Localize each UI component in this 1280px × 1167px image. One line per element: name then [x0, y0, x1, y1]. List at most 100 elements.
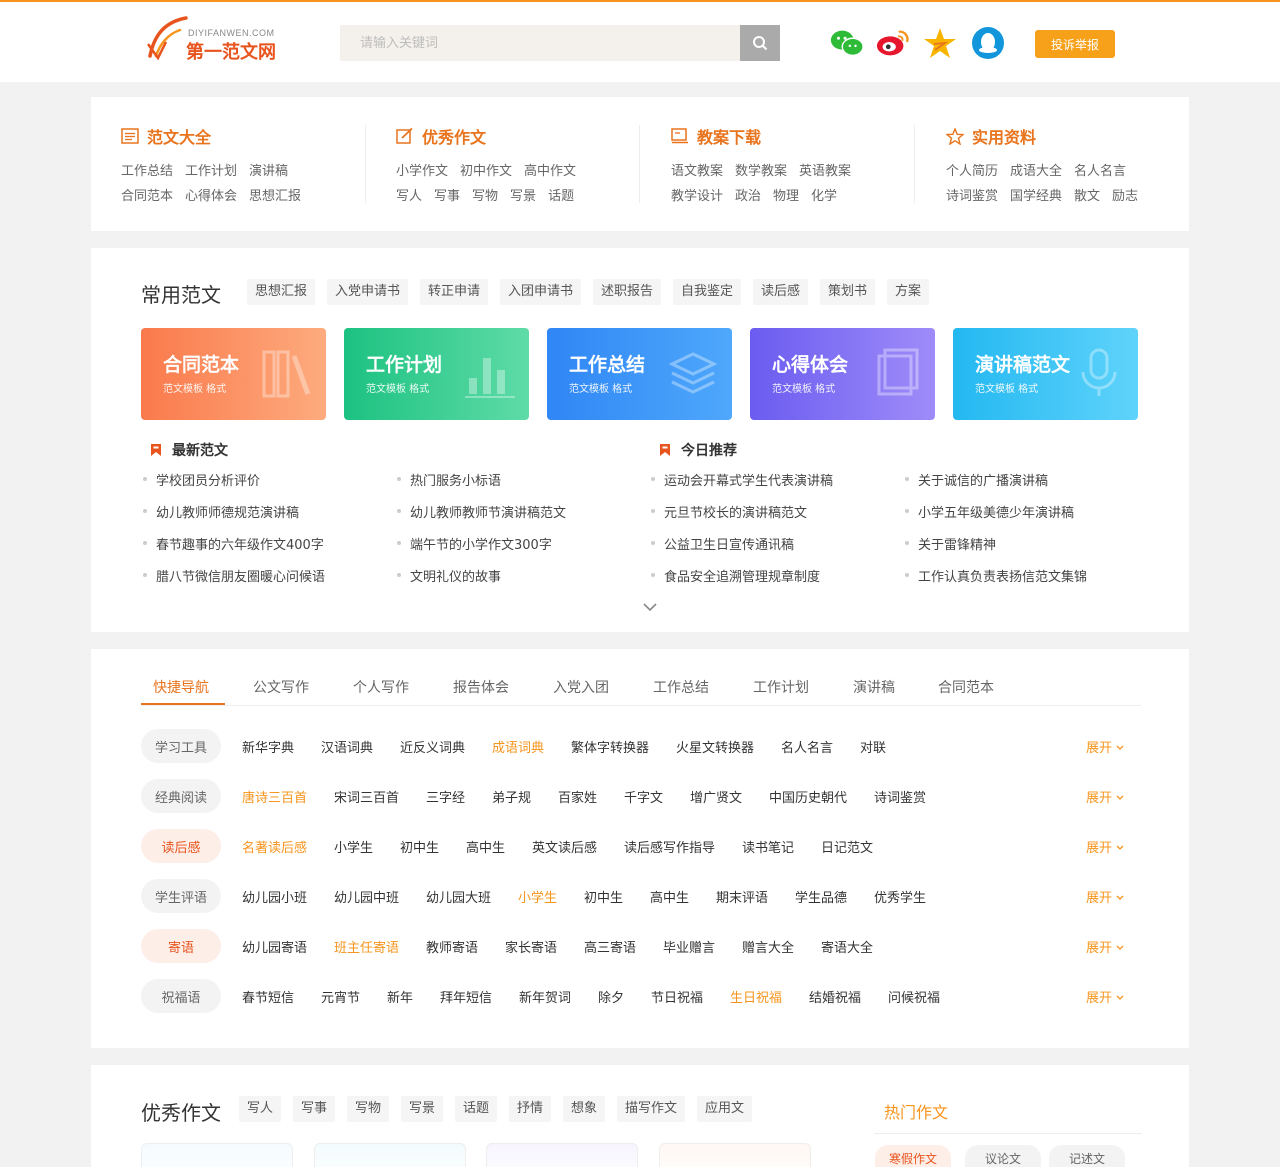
list-item[interactable]: 关于诚信的广播演讲稿: [904, 470, 1048, 489]
nav-link[interactable]: 新华字典: [242, 737, 294, 756]
nav-link[interactable]: 火星文转换器: [676, 737, 754, 756]
category-link[interactable]: 国学经典: [1010, 189, 1062, 204]
nav-link[interactable]: 毕业赠言: [663, 937, 715, 956]
row-label[interactable]: 读后感: [141, 829, 221, 863]
category-link[interactable]: 工作计划: [185, 164, 237, 179]
nav-link[interactable]: 名著读后感: [242, 837, 307, 856]
nav-link[interactable]: 幼儿园小班: [242, 887, 307, 906]
nav-link[interactable]: 诗词鉴赏: [874, 787, 926, 806]
essay-tag[interactable]: 写人: [239, 1096, 282, 1122]
banner-experience[interactable]: 心得体会 范文模板 格式: [750, 328, 935, 420]
category-link[interactable]: 心得体会: [185, 189, 237, 204]
list-item[interactable]: 腊八节微信朋友圈暖心问候语: [142, 566, 325, 585]
list-item[interactable]: 学校团员分析评价: [142, 470, 260, 489]
nav-link[interactable]: 拜年短信: [440, 987, 492, 1006]
nav-link[interactable]: 初中生: [400, 837, 439, 856]
category-link[interactable]: 写事: [434, 189, 460, 204]
essay-tag[interactable]: 写景: [401, 1096, 444, 1122]
row-label[interactable]: 祝福语: [141, 979, 221, 1013]
hot-tab-argument[interactable]: 议论文: [965, 1145, 1041, 1167]
hot-tab-narrative[interactable]: 记述文: [1049, 1145, 1125, 1167]
nav-link[interactable]: 节日祝福: [651, 987, 703, 1006]
essay-tag[interactable]: 写事: [293, 1096, 336, 1122]
nav-link[interactable]: 新年: [387, 987, 413, 1006]
nav-link[interactable]: 结婚祝福: [809, 987, 861, 1006]
banner-plan[interactable]: 工作计划 范文模板 格式: [344, 328, 529, 420]
essay-card[interactable]: [141, 1143, 293, 1167]
essay-tag[interactable]: 话题: [455, 1096, 498, 1122]
expand-button[interactable]: 展开: [1086, 937, 1125, 956]
nav-link[interactable]: 除夕: [598, 987, 624, 1006]
site-logo[interactable]: DIYIFANWEN.COM 第一范文网: [146, 14, 296, 63]
nav-link[interactable]: 小学生: [518, 887, 557, 906]
row-label[interactable]: 寄语: [141, 929, 221, 963]
expand-button[interactable]: 展开: [1086, 887, 1125, 906]
list-item[interactable]: 工作认真负责表扬信范文集锦: [904, 566, 1087, 585]
expand-button[interactable]: 展开: [1086, 837, 1125, 856]
nav-link[interactable]: 幼儿园中班: [334, 887, 399, 906]
list-item[interactable]: 运动会开幕式学生代表演讲稿: [650, 470, 833, 489]
tab-jihua[interactable]: 工作计划: [753, 677, 809, 697]
nav-link[interactable]: 三字经: [426, 787, 465, 806]
tab-zongjie[interactable]: 工作总结: [653, 677, 709, 697]
category-link[interactable]: 个人简历: [946, 164, 998, 179]
common-tag[interactable]: 入团申请书: [500, 279, 582, 305]
nav-link[interactable]: 幼儿园寄语: [242, 937, 307, 956]
nav-link[interactable]: 班主任寄语: [334, 937, 399, 956]
nav-link[interactable]: 高中生: [466, 837, 505, 856]
list-item[interactable]: 幼儿教师师德规范演讲稿: [142, 502, 299, 521]
tab-rudang[interactable]: 入党入团: [553, 677, 609, 697]
category-link[interactable]: 诗词鉴赏: [946, 189, 998, 204]
expand-button[interactable]: 展开: [1086, 987, 1125, 1006]
nav-link[interactable]: 春节短信: [242, 987, 294, 1006]
common-tag[interactable]: 述职报告: [593, 279, 662, 305]
wechat-icon[interactable]: [829, 25, 865, 61]
category-link[interactable]: 工作总结: [121, 164, 173, 179]
nav-link[interactable]: 优秀学生: [874, 887, 926, 906]
nav-link[interactable]: 千字文: [624, 787, 663, 806]
category-link[interactable]: 写物: [472, 189, 498, 204]
search-input[interactable]: [340, 25, 740, 61]
common-tag[interactable]: 策划书: [820, 279, 876, 305]
category-link[interactable]: 写人: [396, 189, 422, 204]
expand-button[interactable]: 展开: [1086, 737, 1125, 756]
list-item[interactable]: 幼儿教师教师节演讲稿范文: [396, 502, 566, 521]
nav-link[interactable]: 问候祝福: [888, 987, 940, 1006]
nav-link[interactable]: 英文读后感: [532, 837, 597, 856]
list-item[interactable]: 食品安全追溯管理规章制度: [650, 566, 820, 585]
nav-link[interactable]: 赠言大全: [742, 937, 794, 956]
nav-link[interactable]: 高三寄语: [584, 937, 636, 956]
nav-link[interactable]: 元宵节: [321, 987, 360, 1006]
banner-contract[interactable]: 合同范本 范文模板 格式: [141, 328, 326, 420]
nav-link[interactable]: 日记范文: [821, 837, 873, 856]
nav-link[interactable]: 家长寄语: [505, 937, 557, 956]
expand-button[interactable]: 展开: [1086, 787, 1125, 806]
category-link[interactable]: 名人名言: [1074, 164, 1126, 179]
category-link[interactable]: 教学设计: [671, 189, 723, 204]
list-item[interactable]: 端午节的小学作文300字: [397, 534, 552, 553]
category-link[interactable]: 思想汇报: [249, 189, 301, 204]
nav-link[interactable]: 初中生: [584, 887, 623, 906]
list-item[interactable]: 小学五年级美德少年演讲稿: [904, 502, 1074, 521]
list-item[interactable]: 热门服务小标语: [396, 470, 501, 489]
nav-link[interactable]: 汉语词典: [321, 737, 373, 756]
category-link[interactable]: 写景: [510, 189, 536, 204]
essay-tag[interactable]: 写物: [347, 1096, 390, 1122]
category-link[interactable]: 初中作文: [460, 164, 512, 179]
category-link[interactable]: 散文: [1074, 189, 1100, 204]
category-link[interactable]: 政治: [735, 189, 761, 204]
nav-link[interactable]: 幼儿园大班: [426, 887, 491, 906]
tab-yanjiang[interactable]: 演讲稿: [853, 677, 895, 697]
essay-card[interactable]: [659, 1143, 811, 1167]
nav-link[interactable]: 宋词三百首: [334, 787, 399, 806]
qzone-star-icon[interactable]: [922, 25, 958, 61]
nav-link[interactable]: 教师寄语: [426, 937, 478, 956]
essay-card[interactable]: [314, 1143, 466, 1167]
category-link[interactable]: 物理: [773, 189, 799, 204]
category-link[interactable]: 英语教案: [799, 164, 851, 179]
nav-link[interactable]: 成语词典: [492, 737, 544, 756]
essay-tag[interactable]: 应用文: [697, 1096, 753, 1122]
common-tag[interactable]: 转正申请: [420, 279, 489, 305]
search-button[interactable]: [740, 25, 780, 61]
nav-link[interactable]: 对联: [860, 737, 886, 756]
